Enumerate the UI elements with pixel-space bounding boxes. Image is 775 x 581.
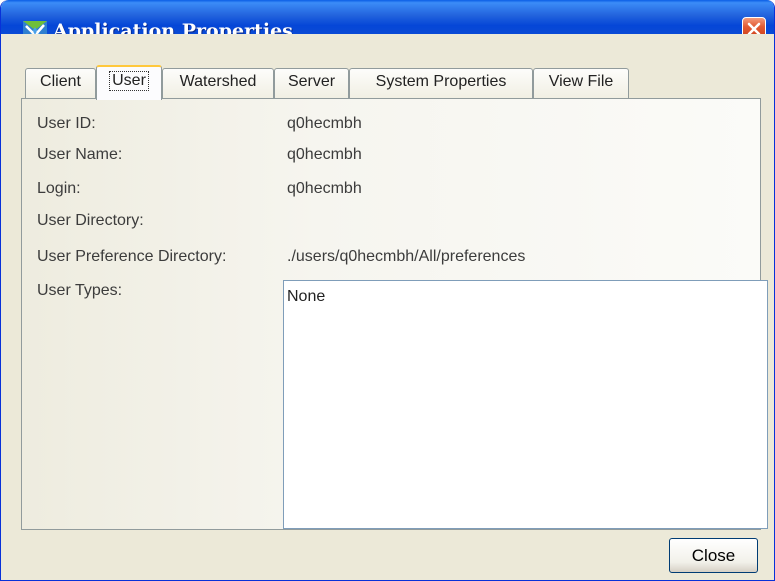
- tab-client[interactable]: Client: [25, 68, 96, 98]
- user-preference-directory-value: ./users/q0hecmbh/All/preferences: [287, 248, 526, 265]
- tab-server-label: Server: [287, 73, 336, 90]
- close-button[interactable]: Close: [669, 538, 758, 573]
- tab-user[interactable]: User: [96, 65, 162, 100]
- user-id-label: User ID:: [37, 115, 96, 132]
- user-id-value: q0hecmbh: [287, 115, 362, 132]
- user-name-label: User Name:: [37, 146, 123, 163]
- login-value: q0hecmbh: [287, 180, 362, 197]
- tab-watershed-label: Watershed: [179, 73, 257, 90]
- tab-client-label: Client: [40, 73, 81, 90]
- user-name-value: q0hecmbh: [287, 146, 362, 163]
- tab-view-file[interactable]: View File: [533, 68, 629, 98]
- tab-view-file-label: View File: [548, 73, 614, 90]
- user-preference-directory-label: User Preference Directory:: [37, 248, 227, 265]
- tab-system-properties-label: System Properties: [375, 73, 507, 90]
- tab-user-label: User: [109, 71, 149, 91]
- user-types-textarea[interactable]: None: [283, 280, 768, 529]
- user-directory-label: User Directory:: [37, 212, 144, 229]
- tab-server[interactable]: Server: [274, 68, 349, 98]
- tab-system-properties[interactable]: System Properties: [349, 68, 533, 98]
- user-types-value: None: [287, 288, 326, 305]
- application-properties-dialog: Application Properties Client User Water…: [0, 0, 775, 581]
- login-label: Login:: [37, 180, 81, 197]
- tab-watershed[interactable]: Watershed: [162, 68, 274, 98]
- title-bar[interactable]: Application Properties: [1, 0, 774, 42]
- user-types-label: User Types:: [37, 282, 123, 299]
